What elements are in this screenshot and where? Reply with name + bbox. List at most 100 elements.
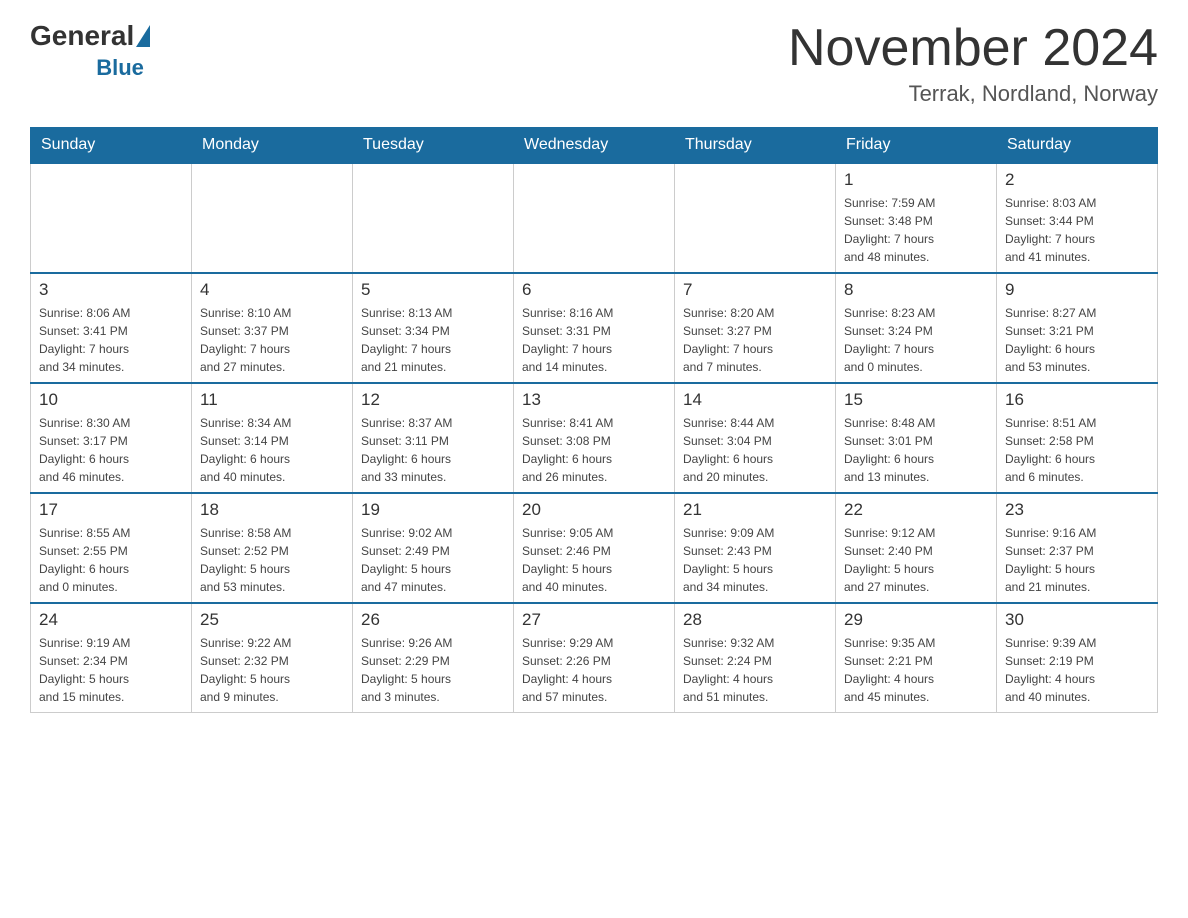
day-number: 18 [200, 500, 344, 520]
day-info: Sunrise: 8:34 AM Sunset: 3:14 PM Dayligh… [200, 414, 344, 486]
calendar-cell: 22 Sunrise: 9:12 AM Sunset: 2:40 PM Dayli… [836, 493, 997, 603]
calendar-cell: 14Sunrise: 8:44 AM Sunset: 3:04 PM Dayli… [675, 383, 836, 493]
day-info: Sunrise: 8:41 AM Sunset: 3:08 PM Dayligh… [522, 414, 666, 486]
day-number: 2 [1005, 170, 1149, 190]
day-number: 20 [522, 500, 666, 520]
day-number: 8 [844, 280, 988, 300]
calendar-cell: 2 Sunrise: 8:03 AM Sunset: 3:44 PM Daylig… [997, 163, 1158, 273]
week-row-4: 17 Sunrise: 8:55 AM Sunset: 2:55 PM Dayli… [31, 493, 1158, 603]
calendar-cell: 8Sunrise: 8:23 AM Sunset: 3:24 PM Daylig… [836, 273, 997, 383]
day-info: Sunrise: 9:12 AM Sunset: 2:40 PM Dayligh… [844, 524, 988, 596]
calendar-cell: 15 Sunrise: 8:48 AM Sunset: 3:01 PM Dayli… [836, 383, 997, 493]
title-area: November 2024 Terrak, Nordland, Norway [788, 20, 1158, 107]
day-info: Sunrise: 8:20 AM Sunset: 3:27 PM Dayligh… [683, 304, 827, 376]
day-info: Sunrise: 9:09 AM Sunset: 2:43 PM Dayligh… [683, 524, 827, 596]
calendar-cell: 16 Sunrise: 8:51 AM Sunset: 2:58 PM Dayli… [997, 383, 1158, 493]
logo-blue-text: Blue [96, 55, 144, 81]
location-text: Terrak, Nordland, Norway [788, 81, 1158, 107]
day-number: 24 [39, 610, 183, 630]
calendar-cell: 1 Sunrise: 7:59 AM Sunset: 3:48 PM Daylig… [836, 163, 997, 273]
day-info: Sunrise: 9:35 AM Sunset: 2:21 PM Dayligh… [844, 634, 988, 706]
calendar-cell: 25Sunrise: 9:22 AM Sunset: 2:32 PM Dayli… [192, 603, 353, 713]
day-number: 26 [361, 610, 505, 630]
calendar-cell: 20Sunrise: 9:05 AM Sunset: 2:46 PM Dayli… [514, 493, 675, 603]
week-row-3: 10 Sunrise: 8:30 AM Sunset: 3:17 PM Dayli… [31, 383, 1158, 493]
calendar-cell: 9 Sunrise: 8:27 AM Sunset: 3:21 PM Daylig… [997, 273, 1158, 383]
calendar-cell: 3 Sunrise: 8:06 AM Sunset: 3:41 PM Daylig… [31, 273, 192, 383]
day-number: 4 [200, 280, 344, 300]
col-header-saturday: Saturday [997, 128, 1158, 164]
calendar-cell: 19Sunrise: 9:02 AM Sunset: 2:49 PM Dayli… [353, 493, 514, 603]
col-header-sunday: Sunday [31, 128, 192, 164]
day-info: Sunrise: 8:27 AM Sunset: 3:21 PM Dayligh… [1005, 304, 1149, 376]
calendar-cell: 11 Sunrise: 8:34 AM Sunset: 3:14 PM Dayli… [192, 383, 353, 493]
calendar-cell [192, 163, 353, 273]
calendar-header-row: SundayMondayTuesdayWednesdayThursdayFrid… [31, 128, 1158, 164]
col-header-friday: Friday [836, 128, 997, 164]
day-number: 16 [1005, 390, 1149, 410]
day-number: 29 [844, 610, 988, 630]
calendar-cell: 12Sunrise: 8:37 AM Sunset: 3:11 PM Dayli… [353, 383, 514, 493]
calendar-cell: 23 Sunrise: 9:16 AM Sunset: 2:37 PM Dayli… [997, 493, 1158, 603]
calendar-cell: 4 Sunrise: 8:10 AM Sunset: 3:37 PM Daylig… [192, 273, 353, 383]
page-header: General Blue November 2024 Terrak, Nordl… [30, 20, 1158, 107]
calendar-cell [31, 163, 192, 273]
logo-general-text: General [30, 20, 134, 52]
calendar-cell: 13 Sunrise: 8:41 AM Sunset: 3:08 PM Dayli… [514, 383, 675, 493]
day-info: Sunrise: 8:44 AM Sunset: 3:04 PM Dayligh… [683, 414, 827, 486]
day-info: Sunrise: 8:16 AM Sunset: 3:31 PM Dayligh… [522, 304, 666, 376]
calendar-cell: 17 Sunrise: 8:55 AM Sunset: 2:55 PM Dayli… [31, 493, 192, 603]
calendar-cell: 26 Sunrise: 9:26 AM Sunset: 2:29 PM Dayli… [353, 603, 514, 713]
month-title: November 2024 [788, 20, 1158, 77]
calendar-cell [353, 163, 514, 273]
calendar-cell [514, 163, 675, 273]
day-number: 17 [39, 500, 183, 520]
day-info: Sunrise: 8:58 AM Sunset: 2:52 PM Dayligh… [200, 524, 344, 596]
col-header-wednesday: Wednesday [514, 128, 675, 164]
day-number: 9 [1005, 280, 1149, 300]
day-info: Sunrise: 8:51 AM Sunset: 2:58 PM Dayligh… [1005, 414, 1149, 486]
calendar-table: SundayMondayTuesdayWednesdayThursdayFrid… [30, 127, 1158, 713]
day-info: Sunrise: 7:59 AM Sunset: 3:48 PM Dayligh… [844, 194, 988, 266]
col-header-tuesday: Tuesday [353, 128, 514, 164]
day-info: Sunrise: 8:10 AM Sunset: 3:37 PM Dayligh… [200, 304, 344, 376]
day-info: Sunrise: 9:16 AM Sunset: 2:37 PM Dayligh… [1005, 524, 1149, 596]
day-info: Sunrise: 8:48 AM Sunset: 3:01 PM Dayligh… [844, 414, 988, 486]
day-info: Sunrise: 9:39 AM Sunset: 2:19 PM Dayligh… [1005, 634, 1149, 706]
day-number: 1 [844, 170, 988, 190]
calendar-cell: 18 Sunrise: 8:58 AM Sunset: 2:52 PM Dayli… [192, 493, 353, 603]
day-number: 3 [39, 280, 183, 300]
day-number: 27 [522, 610, 666, 630]
col-header-monday: Monday [192, 128, 353, 164]
col-header-thursday: Thursday [675, 128, 836, 164]
calendar-cell: 24Sunrise: 9:19 AM Sunset: 2:34 PM Dayli… [31, 603, 192, 713]
day-info: Sunrise: 9:32 AM Sunset: 2:24 PM Dayligh… [683, 634, 827, 706]
day-info: Sunrise: 8:55 AM Sunset: 2:55 PM Dayligh… [39, 524, 183, 596]
day-number: 10 [39, 390, 183, 410]
day-number: 6 [522, 280, 666, 300]
day-number: 23 [1005, 500, 1149, 520]
day-number: 30 [1005, 610, 1149, 630]
day-number: 22 [844, 500, 988, 520]
logo: General Blue [30, 20, 150, 84]
calendar-cell: 29 Sunrise: 9:35 AM Sunset: 2:21 PM Dayli… [836, 603, 997, 713]
day-number: 28 [683, 610, 827, 630]
day-info: Sunrise: 8:06 AM Sunset: 3:41 PM Dayligh… [39, 304, 183, 376]
week-row-2: 3 Sunrise: 8:06 AM Sunset: 3:41 PM Daylig… [31, 273, 1158, 383]
logo-line2-spacer [30, 52, 92, 84]
calendar-cell: 21Sunrise: 9:09 AM Sunset: 2:43 PM Dayli… [675, 493, 836, 603]
day-info: Sunrise: 8:30 AM Sunset: 3:17 PM Dayligh… [39, 414, 183, 486]
calendar-cell: 28 Sunrise: 9:32 AM Sunset: 2:24 PM Dayli… [675, 603, 836, 713]
day-number: 25 [200, 610, 344, 630]
calendar-cell [675, 163, 836, 273]
day-number: 11 [200, 390, 344, 410]
day-info: Sunrise: 8:03 AM Sunset: 3:44 PM Dayligh… [1005, 194, 1149, 266]
day-info: Sunrise: 9:02 AM Sunset: 2:49 PM Dayligh… [361, 524, 505, 596]
logo-arrow-icon [136, 25, 150, 47]
day-number: 13 [522, 390, 666, 410]
day-info: Sunrise: 9:26 AM Sunset: 2:29 PM Dayligh… [361, 634, 505, 706]
day-info: Sunrise: 8:13 AM Sunset: 3:34 PM Dayligh… [361, 304, 505, 376]
calendar-cell: 30 Sunrise: 9:39 AM Sunset: 2:19 PM Dayli… [997, 603, 1158, 713]
day-number: 15 [844, 390, 988, 410]
week-row-5: 24Sunrise: 9:19 AM Sunset: 2:34 PM Dayli… [31, 603, 1158, 713]
